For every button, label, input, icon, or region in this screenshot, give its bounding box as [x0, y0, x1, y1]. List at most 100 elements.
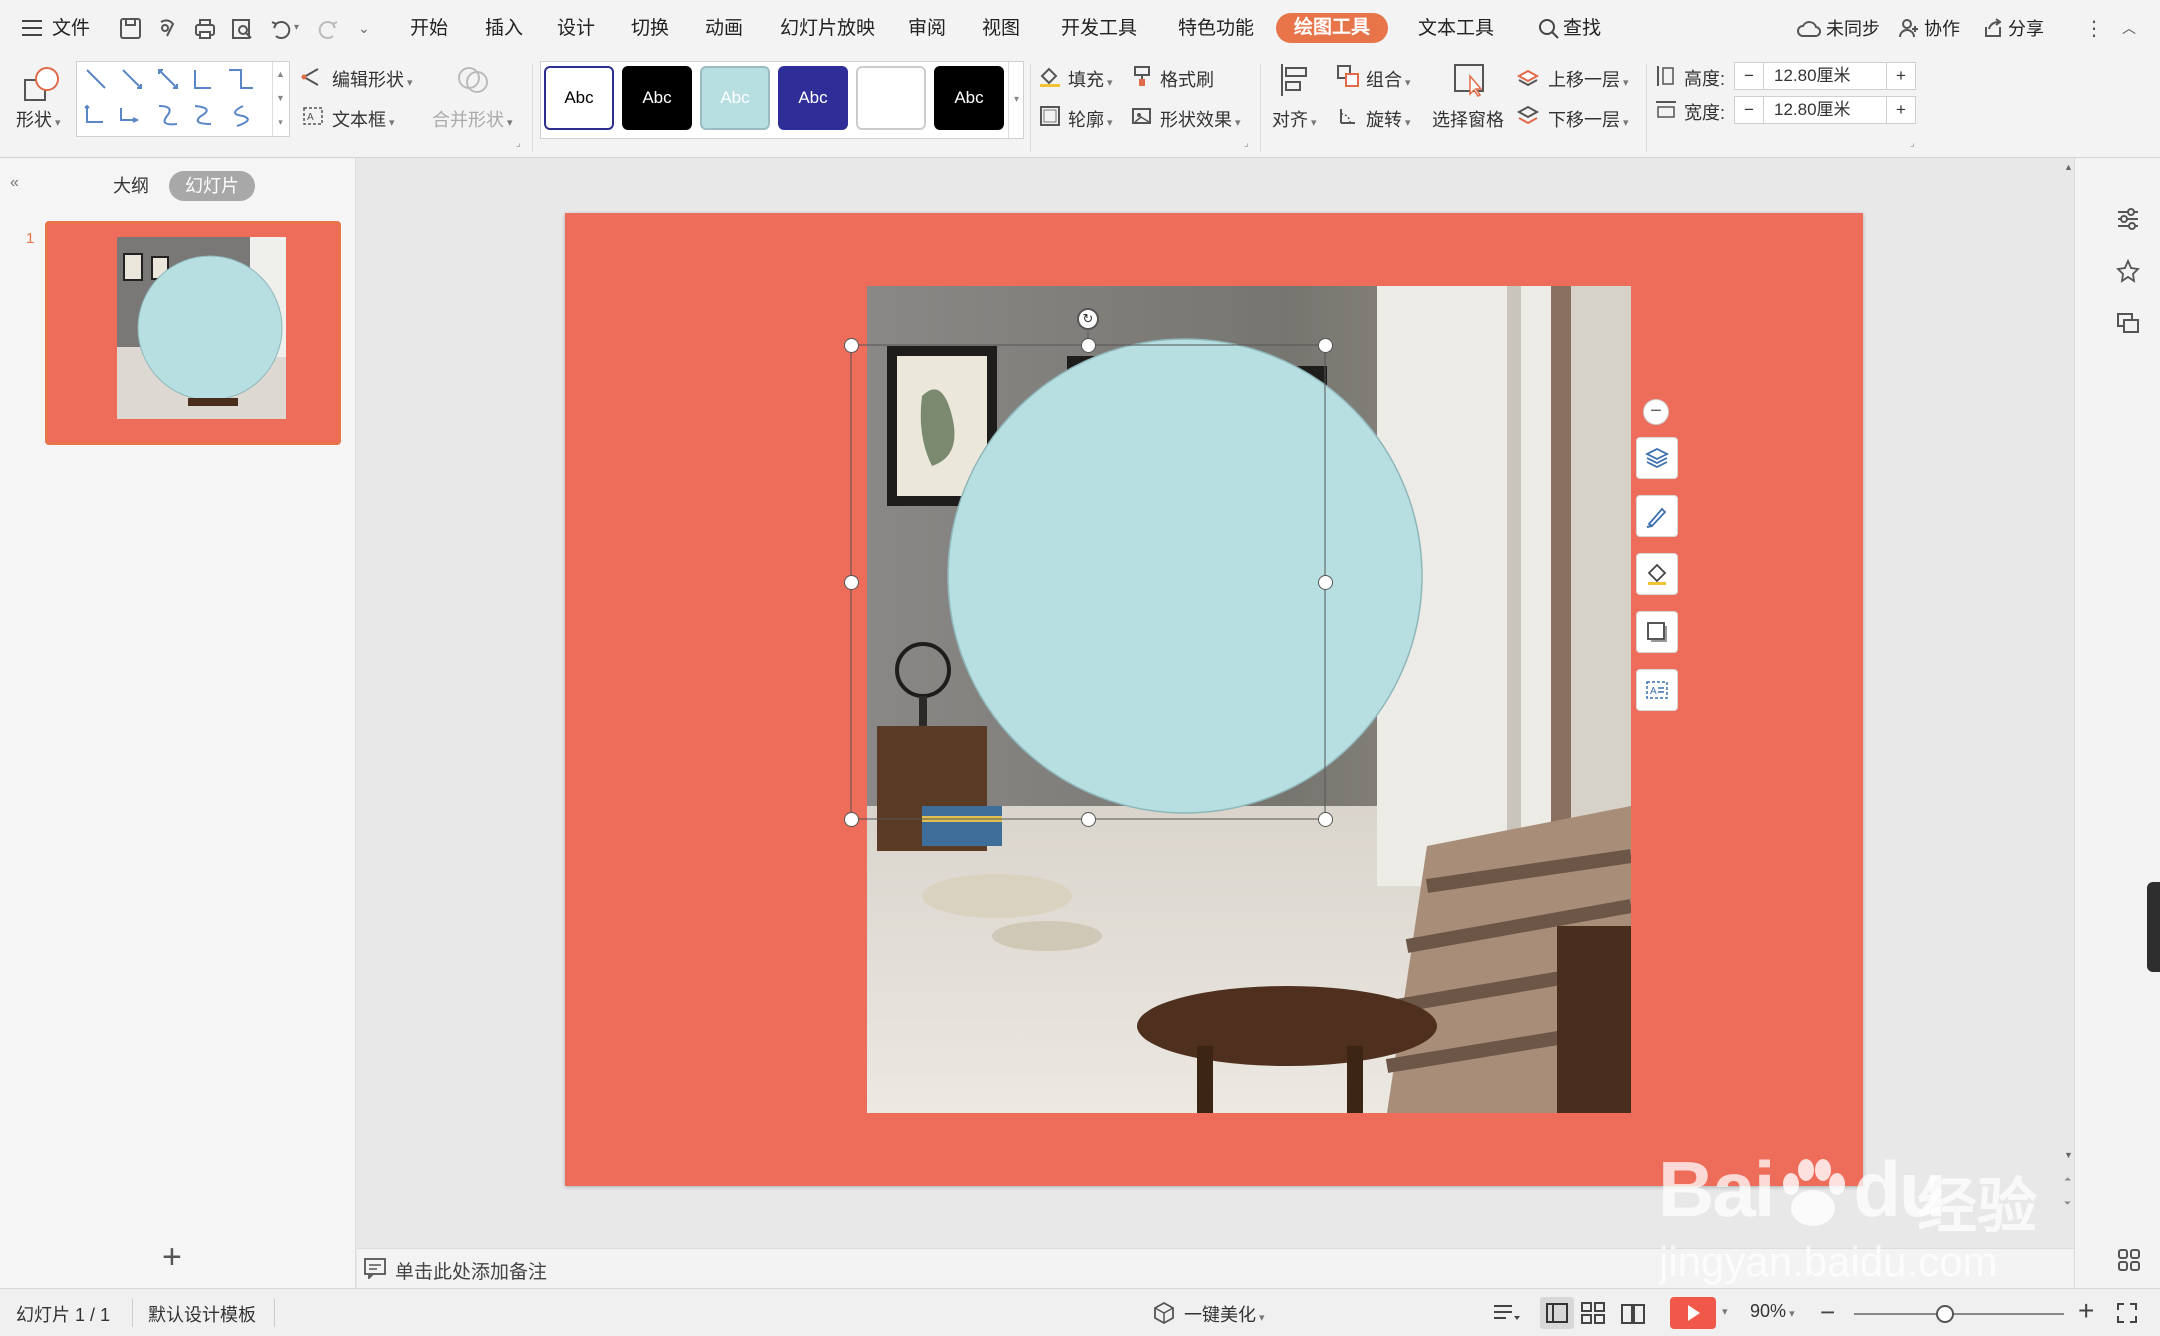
text-wrap-icon[interactable]: A	[1636, 669, 1678, 711]
resize-handle-bottom-left[interactable]	[844, 812, 859, 827]
notes-placeholder[interactable]: 单击此处添加备注	[395, 1257, 547, 1284]
resize-handle-left[interactable]	[844, 575, 859, 590]
undo-icon[interactable]	[268, 16, 294, 42]
format-painter-button[interactable]: 格式刷	[1160, 66, 1214, 92]
redo-icon[interactable]	[315, 16, 341, 42]
tab-animation[interactable]: 动画	[705, 14, 743, 44]
customize-quick-access-icon[interactable]: ⌄	[358, 20, 370, 37]
style-gallery-scroll-icon[interactable]: ▾	[1008, 62, 1024, 138]
collapse-ribbon-icon[interactable]: ︿	[2122, 18, 2136, 38]
tab-insert[interactable]: 插入	[485, 14, 523, 44]
width-input[interactable]: 12.80厘米	[1763, 96, 1887, 124]
bring-forward-button[interactable]: 上移一层	[1548, 66, 1629, 92]
add-slide-button[interactable]: +	[162, 1240, 182, 1274]
next-slide-icon[interactable]: ⏷	[2064, 1198, 2071, 1209]
format-icon[interactable]	[155, 16, 181, 42]
tab-slides[interactable]: 幻灯片	[169, 171, 255, 201]
save-icon[interactable]	[118, 16, 144, 42]
print-preview-icon[interactable]	[229, 16, 255, 42]
tab-start[interactable]: 开始	[410, 14, 448, 44]
resize-handle-top-right[interactable]	[1318, 338, 1333, 353]
vertical-scrollbar[interactable]: ▲ ▼ ⏶ ⏷	[2064, 158, 2074, 1248]
tab-review[interactable]: 审阅	[908, 14, 946, 44]
zoom-in-button[interactable]: +	[2078, 1295, 2094, 1327]
height-increment[interactable]: +	[1886, 62, 1916, 90]
undo-dropdown-icon[interactable]: ▾	[294, 22, 299, 33]
design-template[interactable]: 默认设计模板	[148, 1301, 256, 1327]
resize-handle-top-left[interactable]	[844, 338, 859, 353]
shape-style-6[interactable]: Abc	[934, 66, 1004, 130]
shapes-icon[interactable]	[22, 64, 62, 109]
circle-shape[interactable]	[935, 326, 1435, 826]
tab-view[interactable]: 视图	[982, 14, 1020, 44]
resize-handle-bottom[interactable]	[1081, 812, 1096, 827]
textbox-button[interactable]: 文本框	[332, 106, 395, 132]
zoom-level[interactable]: 90%	[1750, 1301, 1795, 1322]
prev-slide-icon[interactable]: ⏶	[2064, 1174, 2071, 1185]
shape-style-4[interactable]: Abc	[778, 66, 848, 130]
play-slideshow-button[interactable]	[1670, 1297, 1716, 1329]
fit-window-icon[interactable]	[2116, 1302, 2138, 1329]
hamburger-icon[interactable]	[22, 19, 44, 37]
zoom-slider-track[interactable]	[1854, 1313, 2064, 1315]
resize-handle-top[interactable]	[1081, 338, 1096, 353]
send-backward-button[interactable]: 下移一层	[1548, 106, 1629, 132]
outline-button[interactable]: 轮廓	[1068, 106, 1113, 132]
outline-pen-icon[interactable]	[1636, 495, 1678, 537]
gallery-scroll-icon[interactable]: ▲ ▼ ▾	[272, 62, 288, 136]
notes-toggle-icon[interactable]	[1492, 1302, 1520, 1329]
notes-bar[interactable]: 单击此处添加备注	[357, 1248, 2074, 1288]
shape-style-3[interactable]: Abc	[700, 66, 770, 130]
resize-handle-right[interactable]	[1318, 575, 1333, 590]
rotate-handle[interactable]: ↻	[1077, 308, 1099, 330]
zoom-slider-thumb[interactable]	[1936, 1305, 1954, 1323]
tab-design[interactable]: 设计	[557, 14, 595, 44]
scroll-down-icon[interactable]: ▼	[2064, 1150, 2073, 1160]
group-button[interactable]: 组合	[1366, 66, 1411, 92]
reading-view-icon[interactable]	[1620, 1301, 1646, 1330]
animation-pane-icon[interactable]	[2115, 258, 2141, 289]
collaborate-button[interactable]: 协作	[1924, 14, 1960, 44]
selection-pane-button[interactable]: 选择窗格	[1432, 106, 1504, 132]
tab-slideshow[interactable]: 幻灯片放映	[780, 14, 875, 44]
tab-outline[interactable]: 大纲	[113, 171, 149, 201]
print-icon[interactable]	[192, 16, 218, 42]
slide-switch-icon[interactable]	[2115, 310, 2141, 341]
layer-icon[interactable]	[1636, 437, 1678, 479]
height-input[interactable]: 12.80厘米	[1763, 62, 1887, 90]
properties-icon[interactable]	[2115, 206, 2141, 237]
tab-transition[interactable]: 切换	[631, 14, 669, 44]
tab-text-tools[interactable]: 文本工具	[1418, 14, 1494, 44]
height-decrement[interactable]: −	[1734, 62, 1764, 90]
shape-style-2[interactable]: Abc	[622, 66, 692, 130]
slide-thumbnail[interactable]	[45, 221, 341, 445]
group-expand-icon[interactable]: ⌟	[516, 138, 521, 149]
search-icon[interactable]	[1537, 17, 1561, 46]
tab-developer[interactable]: 开发工具	[1061, 14, 1137, 44]
shape-style-5[interactable]	[856, 66, 926, 130]
normal-view-icon[interactable]	[1540, 1297, 1574, 1329]
zoom-out-button[interactable]: −	[1820, 1297, 1835, 1328]
shape-effect-button[interactable]: 形状效果	[1160, 106, 1241, 132]
group-expand-icon[interactable]: ⌟	[1244, 138, 1249, 149]
grid-apps-icon[interactable]	[2117, 1248, 2141, 1277]
line-shape-gallery[interactable]	[76, 61, 290, 137]
slide[interactable]: ↻ − A	[565, 213, 1863, 1186]
scroll-up-icon[interactable]: ▲	[2064, 162, 2073, 172]
more-options-icon[interactable]: ⋮	[2084, 16, 2104, 41]
file-menu[interactable]: 文件	[52, 14, 90, 44]
tab-drawing-tools[interactable]: 绘图工具	[1276, 13, 1389, 43]
width-increment[interactable]: +	[1886, 96, 1916, 124]
share-button[interactable]: 分享	[2008, 14, 2044, 44]
edit-shape-button[interactable]: 编辑形状	[332, 66, 413, 92]
tab-special-features[interactable]: 特色功能	[1178, 14, 1254, 44]
resize-handle-bottom-right[interactable]	[1318, 812, 1333, 827]
circle-shape-fill[interactable]	[947, 338, 1423, 814]
shape-effect-icon[interactable]	[1636, 611, 1678, 653]
rotate-button[interactable]: 旋转	[1366, 106, 1411, 132]
merge-shape-button[interactable]: 合并形状	[432, 106, 513, 132]
slide-sorter-icon[interactable]	[1580, 1301, 1606, 1330]
align-button[interactable]: 对齐	[1272, 106, 1317, 132]
play-options-dropdown-icon[interactable]: ▾	[1722, 1305, 1728, 1318]
search-button[interactable]: 查找	[1563, 14, 1601, 44]
